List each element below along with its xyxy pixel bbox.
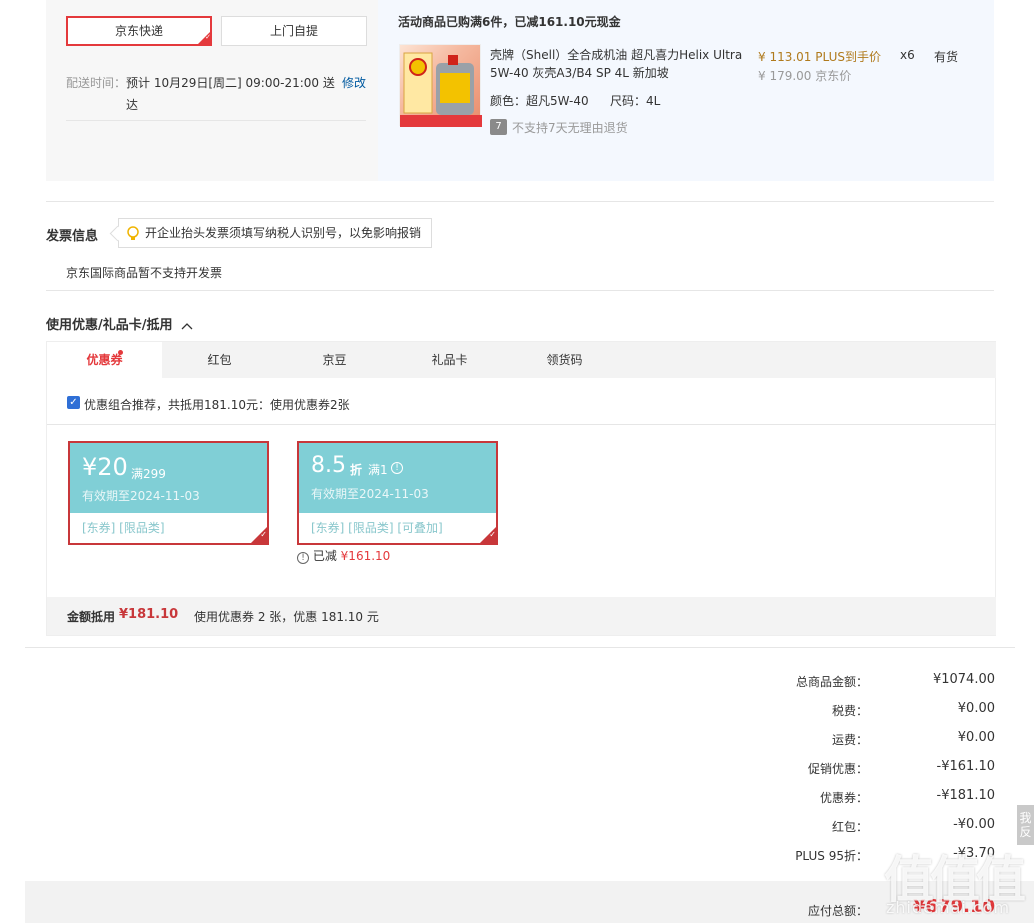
delivery-time-value-cont: 达: [126, 98, 139, 112]
delivery-time-value: 预计 10月29日[周二] 09:00-21:00 送: [126, 76, 335, 90]
invoice-tip: 开企业抬头发票须填写纳税人识别号，以免影响报销: [118, 218, 433, 248]
total-label: 应付总额：: [807, 904, 868, 918]
tab-coupons[interactable]: 优惠券: [47, 342, 162, 378]
divider: [46, 201, 994, 202]
size-label: 尺码：: [610, 94, 647, 108]
tab-pickup-code[interactable]: 领货码: [507, 342, 622, 378]
discount-tabs: 优惠券 红包 京豆 礼品卡 领货码: [47, 342, 996, 378]
product-name[interactable]: 壳牌（Shell）全合成机油 超凡喜力Helix Ultra 5W-40 灰壳A…: [490, 46, 742, 82]
summary-label: 总商品金额：: [795, 675, 868, 689]
info-icon: !: [297, 552, 309, 564]
color-value: 超凡5W-40: [526, 94, 589, 108]
summary-value: -¥181.10: [936, 788, 995, 803]
summary-value: ¥0.00: [957, 730, 995, 745]
summary-value: -¥161.10: [936, 759, 995, 774]
promo-header: 活动商品已购满6件，已减161.10元现金: [398, 15, 621, 29]
delivery-time-label: 配送时间：: [66, 76, 127, 90]
watermark-logo: 值值值 zhidemai.com: [884, 840, 1034, 923]
summary-value: -¥0.00: [953, 817, 995, 832]
color-label: 颜色：: [490, 94, 527, 108]
plus-price: ¥ 113.01 PLUS到手价: [758, 50, 881, 64]
coupon-amount: ¥20: [82, 453, 128, 481]
product-name-line2: 5W-40 灰壳A3/B4 SP 4L 新加坡: [490, 66, 669, 80]
selected-check-icon: [251, 527, 267, 543]
summary-label: 促销优惠：: [807, 762, 868, 776]
shipping-pickup-button[interactable]: 上门自提: [221, 16, 367, 46]
no-return-icon: 7: [490, 119, 507, 135]
tab-red-packet[interactable]: 红包: [162, 342, 277, 378]
coupon-amount: 8.5: [311, 453, 346, 478]
invoice-tip-text: 开企业抬头发票须填写纳税人识别号，以免影响报销: [145, 226, 422, 240]
discount-section-title-text: 使用优惠/礼品卡/抵用: [46, 318, 173, 333]
coupon-expiry: 有效期至2024-11-03: [82, 489, 200, 503]
lightbulb-icon: [127, 226, 139, 240]
shipping-jd-express-label: 京东快递: [114, 24, 163, 38]
summary-label: 税费：: [831, 704, 868, 718]
summary-label: 优惠券：: [819, 791, 868, 805]
discount-section-title[interactable]: 使用优惠/礼品卡/抵用: [46, 314, 193, 333]
summary-value: ¥1074.00: [932, 672, 995, 687]
summary-value: ¥0.00: [957, 701, 995, 716]
product-size: 尺码：4L: [610, 92, 660, 109]
info-icon[interactable]: !: [391, 462, 403, 474]
footer-amount: ¥181.10: [119, 607, 179, 622]
selected-check-icon: [480, 527, 496, 543]
return-policy-note: 不支持7天无理由退货: [512, 121, 628, 135]
notification-dot-icon: [118, 350, 123, 355]
quantity: x6: [900, 48, 915, 62]
coupon-face: 8.5 折 满1 ! 有效期至2024-11-03: [299, 443, 496, 513]
coupon-condition: 满1: [368, 463, 388, 477]
feedback-side-tab[interactable]: 我反: [1017, 805, 1034, 845]
chevron-up-icon[interactable]: [181, 322, 193, 330]
coupon-reduced-note: ! 已减 ¥161.10: [297, 547, 390, 564]
coupon-tags: [东券] [限品类]: [82, 521, 165, 535]
stock-status: 有货: [934, 50, 959, 64]
summary-label: 红包：: [831, 820, 868, 834]
reduced-label: 已减: [312, 549, 337, 563]
coupon-tags: [东券] [限品类] [可叠加]: [311, 521, 443, 535]
coupon-condition: 满299: [131, 467, 166, 481]
divider: [47, 424, 996, 425]
modify-delivery-link[interactable]: 修改: [342, 74, 366, 91]
coupon-unit: 折: [350, 463, 363, 477]
invoice-note: 京东国际商品暂不支持开发票: [66, 266, 223, 280]
coupon-expiry: 有效期至2024-11-03: [311, 487, 429, 501]
product-color: 颜色：超凡5W-40: [490, 92, 589, 109]
footer-desc: 使用优惠券 2 张，优惠 181.10 元: [194, 610, 379, 624]
tab-coupons-label: 优惠券: [86, 353, 123, 367]
invoice-title: 发票信息: [46, 229, 99, 244]
tab-gift-card[interactable]: 礼品卡: [392, 342, 507, 378]
discount-footer: 金额抵用 ¥181.10 使用优惠券 2 张，优惠 181.10 元: [47, 597, 996, 635]
watermark-url: zhidemai.com: [886, 898, 1011, 917]
divider: [46, 290, 994, 291]
shipping-jd-express-button[interactable]: 京东快递: [66, 16, 212, 46]
coupon-card[interactable]: ¥20 满299 有效期至2024-11-03 [东券] [限品类]: [68, 441, 269, 545]
shipping-pickup-label: 上门自提: [269, 24, 318, 38]
reduced-value: ¥161.10: [340, 549, 391, 563]
footer-label: 金额抵用: [67, 610, 116, 624]
summary-label: PLUS 95折：: [795, 849, 868, 863]
size-value: 4L: [646, 94, 661, 108]
tab-jd-beans[interactable]: 京豆: [277, 342, 392, 378]
total-bar: [25, 881, 1034, 923]
divider: [25, 647, 1015, 648]
divider: [66, 120, 366, 121]
combo-recommend-text: 优惠组合推荐，共抵用181.10元：使用优惠券2张: [84, 398, 350, 412]
selected-check-icon: [198, 32, 211, 44]
oil-bottle-icon: [400, 52, 482, 127]
product-name-line1: 壳牌（Shell）全合成机油 超凡喜力Helix Ultra: [490, 48, 743, 62]
coupon-face: ¥20 满299 有效期至2024-11-03: [70, 443, 267, 513]
product-image[interactable]: [399, 44, 482, 127]
summary-label: 运费：: [831, 733, 868, 747]
combo-recommend-checkbox[interactable]: ✓: [67, 396, 80, 409]
jd-price: ¥ 179.00 京东价: [758, 69, 852, 83]
coupon-card[interactable]: 8.5 折 满1 ! 有效期至2024-11-03 [东券] [限品类] [可叠…: [297, 441, 498, 545]
